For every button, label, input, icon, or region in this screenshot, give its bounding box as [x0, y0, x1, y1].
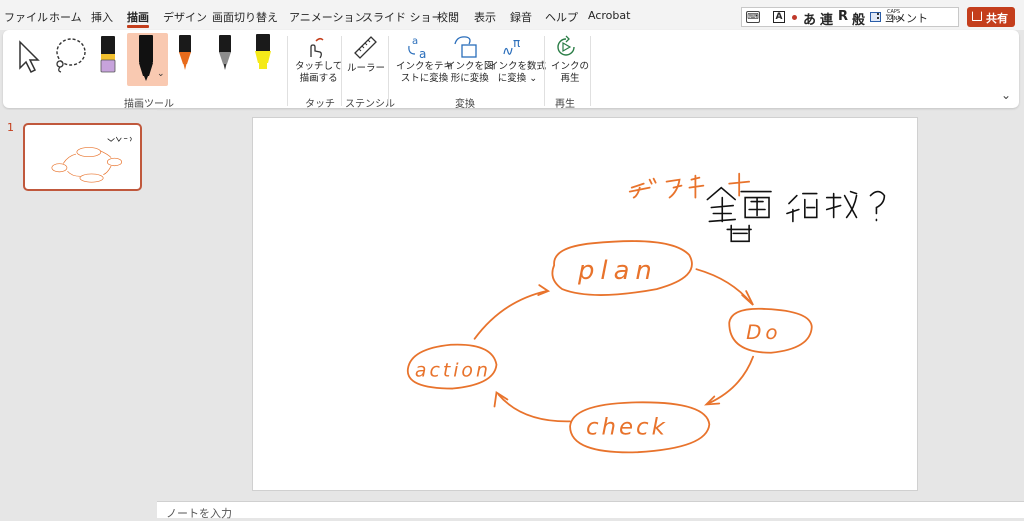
active-tab-indicator [127, 25, 149, 28]
ink-to-shape-button[interactable]: インクを図 形に変換 [446, 61, 494, 85]
thumbnail-number: 1 [7, 121, 14, 134]
ink-replay-button[interactable]: インクの 再生 [551, 61, 589, 85]
select-arrow-icon[interactable] [16, 40, 42, 74]
ribbon: ⌄ 描画ツール タッチして 描画する タッチ ルーラー ステンシル a a イン… [3, 30, 1019, 110]
ime-dot-icon [792, 15, 797, 20]
node-check: check [586, 414, 668, 440]
svg-text:π: π [513, 36, 520, 50]
ime-r[interactable]: R [838, 9, 848, 24]
tab-design[interactable]: デザイン [163, 9, 207, 25]
ink-replay-label-2: 再生 [560, 73, 580, 84]
pencil-icon[interactable] [214, 34, 236, 74]
ime-keyboard-icon[interactable]: ⌨ [746, 11, 760, 23]
ink-replay-icon[interactable] [553, 34, 579, 60]
tab-acrobat[interactable]: Acrobat [588, 9, 630, 22]
thumbnail-preview [51, 136, 132, 183]
highlighter-icon[interactable] [250, 33, 276, 73]
share-icon [972, 11, 982, 21]
black-pen-icon [139, 35, 153, 81]
ink-replay-label-1: インクの [551, 61, 590, 72]
group-label-replay: 再生 [555, 99, 575, 110]
collapse-ribbon-icon[interactable]: ⌄ [1001, 88, 1011, 102]
node-action: action [415, 360, 491, 382]
slide-canvas[interactable]: plan Do check action [252, 117, 918, 491]
tab-file[interactable]: ファイル [4, 9, 48, 25]
group-label-touch: タッチ [305, 99, 335, 110]
ink-to-math-icon[interactable]: π [500, 34, 528, 60]
ink-to-shape-label-1: インクを図 [446, 61, 494, 72]
separator [388, 36, 389, 106]
ink-to-shape-label-2: 形に変換 [450, 73, 489, 84]
ink-to-math-button[interactable]: インクを数式 に変換 ⌄ [489, 61, 546, 85]
node-do: Do [746, 321, 781, 344]
touch-draw-label-1: タッチして [295, 61, 343, 72]
touch-draw-label-2: 描画する [299, 73, 338, 84]
touch-draw-icon[interactable] [302, 35, 326, 59]
lasso-select-icon[interactable] [51, 36, 87, 74]
comment-label: コメント [884, 12, 928, 25]
tab-transitions[interactable]: 画面切り替え [212, 9, 278, 25]
slide-thumbnail[interactable] [23, 123, 142, 191]
node-plan: plan [577, 256, 658, 286]
touch-draw-button[interactable]: タッチして 描画する [295, 61, 342, 85]
ime-mode[interactable]: あ [803, 9, 816, 28]
ink-to-text-icon[interactable]: a a [405, 34, 433, 60]
tab-help[interactable]: ヘルプ [545, 9, 578, 25]
svg-text:a: a [412, 36, 418, 47]
tab-view[interactable]: 表示 [474, 9, 496, 25]
tab-draw[interactable]: 描画 [127, 9, 149, 25]
share-button[interactable]: 共有 [967, 7, 1015, 27]
separator [287, 36, 288, 106]
separator [544, 36, 545, 106]
group-label-convert: 変換 [455, 99, 475, 110]
black-pen-button[interactable]: ⌄ [127, 33, 168, 86]
ink-to-text-button[interactable]: インクをテキ ストに変換 [396, 61, 453, 85]
menu-bar: ファイル ホーム 挿入 描画 デザイン 画面切り替え アニメーション スライド … [0, 0, 1024, 30]
ruler-button[interactable]: ルーラー [347, 63, 385, 75]
tab-review[interactable]: 校閲 [437, 9, 459, 25]
chevron-down-icon[interactable]: ⌄ [157, 69, 165, 79]
tab-record[interactable]: 録音 [510, 9, 532, 25]
ime-ren[interactable]: 連 [820, 9, 833, 28]
tab-insert[interactable]: 挿入 [91, 9, 113, 25]
comment-button[interactable]: コメント [873, 7, 959, 27]
ink-to-math-label-1: インクを数式 [489, 61, 547, 72]
separator [341, 36, 342, 106]
ink-to-math-label-2: に変換 ⌄ [497, 73, 538, 84]
notes-pane[interactable]: ノートを入力 [157, 501, 1024, 520]
orange-pen-icon[interactable] [174, 34, 196, 74]
slide-drawing: plan Do check action [407, 172, 886, 454]
ruler-icon[interactable] [352, 34, 378, 60]
notes-placeholder: ノートを入力 [166, 507, 232, 520]
separator [590, 36, 591, 106]
share-label: 共有 [986, 12, 1008, 25]
ime-a-icon[interactable]: A [773, 11, 785, 23]
tab-animations[interactable]: アニメーション [289, 9, 366, 25]
ime-han[interactable]: 般 [852, 9, 865, 28]
tab-slideshow[interactable]: スライド ショー [362, 9, 443, 25]
ink-to-text-label-2: ストに変換 [400, 73, 449, 84]
group-label-drawing-tools: 描画ツール [124, 99, 174, 110]
tab-home[interactable]: ホーム [49, 9, 82, 25]
ink-to-shape-icon[interactable] [452, 34, 480, 60]
comment-icon [877, 13, 881, 19]
svg-text:a: a [419, 47, 426, 60]
eraser-icon[interactable] [96, 34, 120, 74]
ink-to-text-label-1: インクをテキ [396, 61, 454, 72]
